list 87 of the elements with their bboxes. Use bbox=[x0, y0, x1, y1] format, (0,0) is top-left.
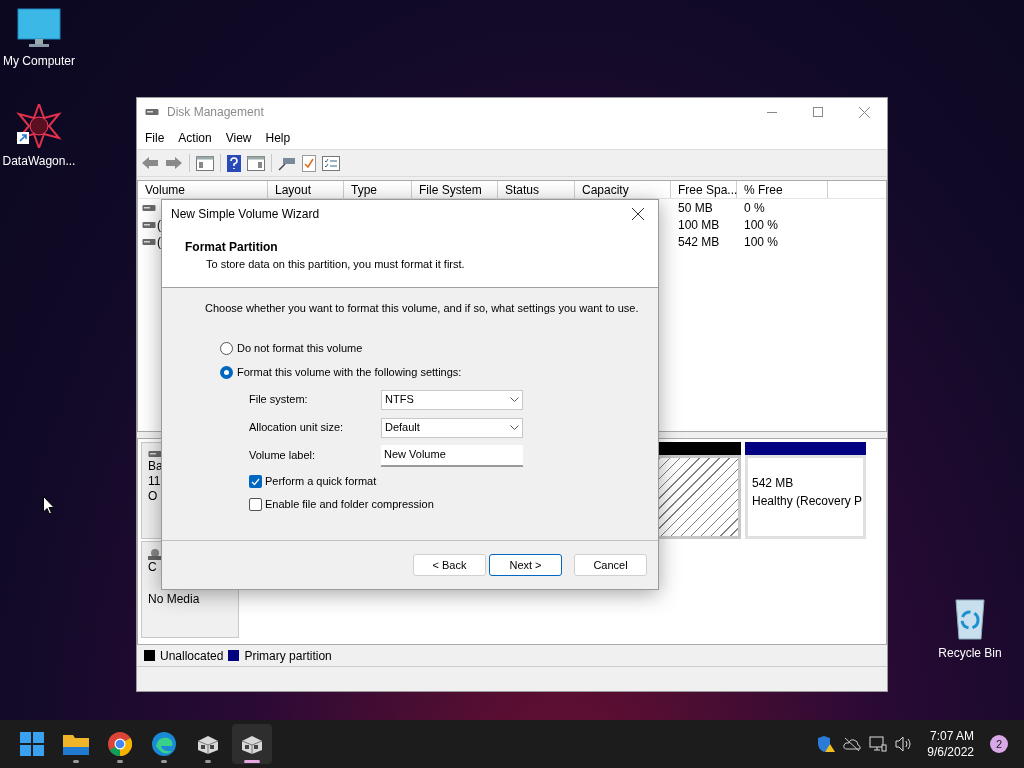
drive-icon bbox=[148, 449, 162, 459]
close-icon bbox=[632, 207, 644, 220]
partition-size: 542 MB bbox=[752, 475, 795, 492]
column-header[interactable]: Type bbox=[344, 181, 412, 198]
menu-item[interactable]: File bbox=[145, 128, 165, 147]
desktop-icon-label[interactable]: My Computer bbox=[3, 52, 75, 70]
dialog-button[interactable]: Next > bbox=[489, 554, 562, 576]
panel-icon[interactable] bbox=[247, 155, 265, 171]
dialog-button[interactable]: < Back bbox=[413, 554, 486, 576]
disk-label-text: O bbox=[148, 489, 159, 504]
speaker-icon[interactable] bbox=[895, 736, 914, 752]
properties-icon[interactable] bbox=[322, 155, 340, 171]
desktop-icon-label[interactable]: DataWagon... bbox=[2, 152, 76, 170]
menu-item[interactable]: View bbox=[225, 128, 252, 147]
desktop-icon-label[interactable]: Recycle Bin bbox=[938, 644, 1002, 662]
page-heading: Format Partition bbox=[185, 239, 279, 256]
table-cell-text: 100 MB bbox=[677, 216, 721, 234]
shield-warning-icon[interactable] bbox=[817, 736, 836, 752]
field-label: Volume label: bbox=[249, 448, 317, 464]
table-cell-text: 50 MB bbox=[677, 199, 714, 217]
table-cell-text: 0 % bbox=[743, 199, 766, 217]
disk-label-text: 11 bbox=[148, 474, 162, 489]
start-icon bbox=[20, 732, 44, 756]
connect-icon[interactable] bbox=[278, 155, 296, 171]
table-cell-text: 100 % bbox=[743, 216, 780, 234]
back-arrow-icon[interactable] bbox=[141, 156, 159, 170]
cloud-offline-icon[interactable] bbox=[843, 737, 862, 751]
disk-drive-icon bbox=[240, 733, 264, 755]
column-header[interactable]: % Free bbox=[737, 181, 828, 198]
checkbox[interactable] bbox=[249, 475, 262, 488]
column-header[interactable]: File System bbox=[412, 181, 498, 198]
partition-block[interactable]: 542 MB Healthy (Recovery P bbox=[745, 455, 866, 539]
dropdown[interactable]: Default bbox=[381, 417, 523, 438]
table-cell-text: 542 MB bbox=[677, 233, 721, 251]
column-header[interactable]: Free Spa... bbox=[671, 181, 737, 198]
column-header[interactable]: Capacity bbox=[575, 181, 671, 198]
menu-item[interactable]: Action bbox=[178, 128, 212, 147]
chrome-icon bbox=[108, 732, 132, 756]
window-title: Disk Management bbox=[167, 104, 264, 121]
dialog-title: New Simple Volume Wizard bbox=[171, 205, 320, 223]
checkbox[interactable] bbox=[249, 498, 262, 511]
caret-icon bbox=[510, 397, 519, 402]
mouse-cursor-icon bbox=[43, 496, 55, 515]
column-header[interactable]: Layout bbox=[268, 181, 344, 198]
disk-drive-icon bbox=[196, 733, 220, 755]
clock[interactable]: 7:07 AM 9/6/2022 bbox=[927, 728, 974, 760]
star-shortcut-icon[interactable] bbox=[15, 104, 63, 148]
table-cell-text: 100 % bbox=[743, 233, 780, 251]
cd-drive-icon bbox=[148, 548, 162, 560]
disk-management-icon bbox=[145, 107, 159, 117]
radio-button[interactable] bbox=[220, 366, 233, 379]
field-label: File system: bbox=[249, 392, 309, 408]
radio-option[interactable]: Do not format this volume bbox=[220, 340, 658, 357]
folder-icon bbox=[63, 733, 89, 755]
instruction-text: Choose whether you want to format this volume, and if so, what settings you want to use. bbox=[205, 301, 640, 316]
page-subheading: To store data on this partition, you must format it first. bbox=[205, 257, 466, 272]
field-label: Allocation unit size: bbox=[249, 420, 345, 436]
close-icon bbox=[858, 106, 870, 118]
radio-button[interactable] bbox=[220, 342, 233, 355]
legend-label: Primary partition bbox=[244, 647, 332, 665]
radio-option[interactable]: Format this volume with the following settings: bbox=[220, 364, 658, 381]
network-icon[interactable] bbox=[869, 736, 888, 752]
notification-badge[interactable]: 2 bbox=[990, 735, 1008, 753]
forward-arrow-icon[interactable] bbox=[165, 156, 183, 170]
column-header[interactable]: Volume bbox=[138, 181, 268, 198]
menu-item[interactable]: Help bbox=[265, 128, 291, 147]
monitor-icon[interactable] bbox=[17, 8, 61, 48]
caret-icon bbox=[510, 425, 519, 430]
column-header[interactable]: Status bbox=[498, 181, 575, 198]
input-field[interactable]: New Volume bbox=[381, 444, 523, 467]
taskbar-app[interactable] bbox=[232, 724, 272, 764]
disk-label-text: C bbox=[148, 560, 158, 575]
dialog-button[interactable]: Cancel bbox=[574, 554, 647, 576]
drive-icon bbox=[142, 202, 156, 213]
media-status: No Media bbox=[148, 591, 201, 608]
table-cell-text: ( bbox=[157, 216, 161, 234]
checklist-icon[interactable] bbox=[302, 154, 316, 172]
edge-icon bbox=[152, 732, 176, 756]
help-icon[interactable] bbox=[227, 154, 241, 172]
legend-label: Unallocated bbox=[160, 647, 224, 665]
checkbox-option[interactable]: Perform a quick format bbox=[249, 474, 658, 489]
drive-icon bbox=[142, 219, 156, 230]
checkbox-option[interactable]: Enable file and folder compression bbox=[249, 497, 658, 512]
dropdown[interactable]: NTFS bbox=[381, 389, 523, 410]
table-cell-text: ( bbox=[157, 233, 161, 251]
drive-icon bbox=[142, 236, 156, 247]
panel-icon[interactable] bbox=[196, 155, 214, 171]
